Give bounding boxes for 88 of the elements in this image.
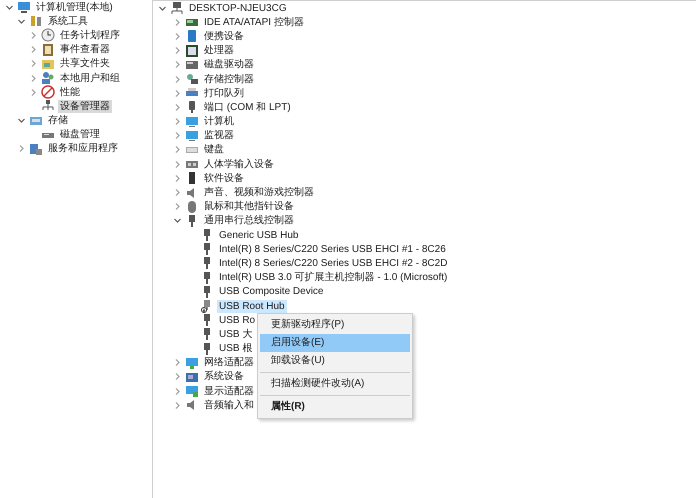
expand-chevron-icon[interactable] bbox=[173, 102, 182, 112]
tree-item[interactable]: 事件查看器 bbox=[58, 43, 112, 56]
menu-item[interactable]: 扫描检测硬件改动(A) bbox=[260, 375, 410, 393]
expand-chevron-icon[interactable] bbox=[173, 60, 182, 70]
tree-item[interactable]: Intel(R) USB 3.0 可扩展主机控制器 - 1.0 (Microsoft) bbox=[217, 271, 450, 284]
tree-item[interactable]: 系统设备 bbox=[202, 370, 246, 384]
tree-item[interactable]: 打印队列 bbox=[202, 86, 246, 100]
tree-item[interactable]: USB Ro bbox=[217, 314, 258, 327]
expand-chevron-icon[interactable] bbox=[29, 88, 38, 97]
services-icon bbox=[29, 142, 43, 156]
computer-icon bbox=[17, 0, 31, 14]
menu-item[interactable]: 启用设备(E) bbox=[260, 334, 410, 352]
expand-chevron-icon[interactable] bbox=[173, 117, 182, 126]
tree-item[interactable]: 监视器 bbox=[202, 129, 236, 142]
processor-icon bbox=[185, 44, 199, 58]
tree-item[interactable]: USB Composite Device bbox=[217, 285, 326, 298]
collapse-chevron-icon[interactable] bbox=[158, 4, 167, 13]
expand-chevron-icon[interactable] bbox=[173, 174, 182, 183]
tree-item[interactable]: DESKTOP-NJEU3CG bbox=[187, 2, 289, 15]
expand-chevron-icon[interactable] bbox=[29, 45, 38, 54]
tree-item[interactable]: 键盘 bbox=[202, 143, 226, 156]
no-entry-icon bbox=[41, 85, 55, 100]
tree-item[interactable]: 网络适配器 bbox=[202, 356, 256, 370]
tree-item[interactable]: 性能 bbox=[58, 86, 82, 99]
tree-item[interactable]: 共享文件夹 bbox=[58, 57, 112, 70]
tree-item[interactable]: 计算机 bbox=[202, 115, 236, 128]
tree-item[interactable]: 声音、视频和游戏控制器 bbox=[202, 186, 316, 200]
expand-chevron-icon[interactable] bbox=[173, 88, 182, 98]
monitor-icon bbox=[185, 114, 199, 129]
tree-item[interactable]: USB 根 bbox=[217, 342, 254, 356]
monitor-icon bbox=[185, 128, 199, 143]
storage-controller-icon bbox=[185, 72, 199, 86]
expand-chevron-icon[interactable] bbox=[173, 188, 182, 198]
tree-item[interactable]: 软件设备 bbox=[202, 172, 246, 185]
tree-item[interactable]: Intel(R) 8 Series/C220 Series USB EHCI #1 - 8C26 bbox=[217, 242, 448, 256]
users-icon bbox=[41, 71, 55, 86]
tree-item[interactable]: USB 大 bbox=[217, 328, 254, 341]
tree-item[interactable]: 处理器 bbox=[202, 44, 236, 58]
expand-chevron-icon[interactable] bbox=[173, 74, 182, 84]
menu-item[interactable]: 卸载设备(U) bbox=[260, 352, 410, 370]
tree-item[interactable]: 任务计划程序 bbox=[58, 28, 122, 42]
tools-icon bbox=[29, 14, 43, 28]
menu-item[interactable]: 更新驱动程序(P) bbox=[260, 316, 410, 334]
collapse-chevron-icon[interactable] bbox=[17, 116, 26, 126]
expand-chevron-icon[interactable] bbox=[173, 46, 182, 56]
tree-item[interactable]: 服务和应用程序 bbox=[46, 142, 120, 156]
expand-chevron-icon[interactable] bbox=[173, 386, 182, 396]
tree-item[interactable]: 计算机管理(本地) bbox=[34, 0, 115, 14]
tree-item[interactable]: 磁盘驱动器 bbox=[202, 58, 256, 72]
expand-chevron-icon[interactable] bbox=[17, 144, 26, 154]
tree-item[interactable]: Intel(R) 8 Series/C220 Series USB EHCI #2 - 8C2D bbox=[217, 256, 450, 270]
tree-item[interactable]: 系统工具 bbox=[46, 14, 90, 28]
tree-item[interactable]: 显示适配器 bbox=[202, 384, 256, 398]
expand-chevron-icon[interactable] bbox=[173, 145, 182, 154]
expand-chevron-icon[interactable] bbox=[29, 30, 38, 40]
expand-chevron-icon[interactable] bbox=[29, 74, 38, 83]
tree-item[interactable]: 存储 bbox=[46, 114, 70, 128]
tree-item[interactable]: 磁盘管理 bbox=[58, 128, 102, 142]
collapse-chevron-icon[interactable] bbox=[173, 216, 182, 226]
log-icon bbox=[41, 42, 55, 57]
clock-icon bbox=[41, 28, 55, 42]
collapse-chevron-icon[interactable] bbox=[5, 2, 14, 12]
menu-item[interactable]: 属性(R) bbox=[260, 398, 410, 416]
display-adapter-icon bbox=[185, 384, 199, 398]
tree-item[interactable]: Generic USB Hub bbox=[217, 228, 300, 242]
tree-item[interactable]: 人体学输入设备 bbox=[202, 158, 276, 171]
tree-item[interactable]: 音频输入和 bbox=[202, 398, 256, 412]
expand-chevron-icon[interactable] bbox=[173, 160, 182, 169]
expand-chevron-icon[interactable] bbox=[173, 358, 182, 368]
expand-chevron-icon[interactable] bbox=[29, 59, 38, 68]
expand-chevron-icon[interactable] bbox=[173, 202, 182, 212]
expand-chevron-icon[interactable] bbox=[173, 400, 182, 410]
portable-device-icon bbox=[185, 29, 199, 44]
tree-item[interactable]: IDE ATA/ATAPI 控制器 bbox=[202, 16, 306, 29]
tree-item[interactable]: 存储控制器 bbox=[202, 72, 256, 86]
tree-item[interactable]: 鼠标和其他指针设备 bbox=[202, 200, 296, 214]
tree-item[interactable]: 设备管理器 bbox=[58, 100, 112, 113]
network-computer-icon bbox=[170, 1, 184, 16]
tree-item[interactable]: 本地用户和组 bbox=[58, 72, 122, 85]
tree-item[interactable]: 便携设备 bbox=[202, 30, 246, 43]
expand-chevron-icon[interactable] bbox=[173, 18, 182, 27]
expand-chevron-icon[interactable] bbox=[173, 32, 182, 41]
expand-chevron-icon[interactable] bbox=[173, 372, 182, 382]
collapse-chevron-icon[interactable] bbox=[17, 16, 26, 26]
tree-item[interactable]: 通用串行总线控制器 bbox=[202, 214, 296, 228]
expand-chevron-icon[interactable] bbox=[173, 131, 182, 140]
network-adapter-icon bbox=[185, 356, 199, 370]
tree-item[interactable]: 端口 (COM 和 LPT) bbox=[202, 100, 293, 114]
